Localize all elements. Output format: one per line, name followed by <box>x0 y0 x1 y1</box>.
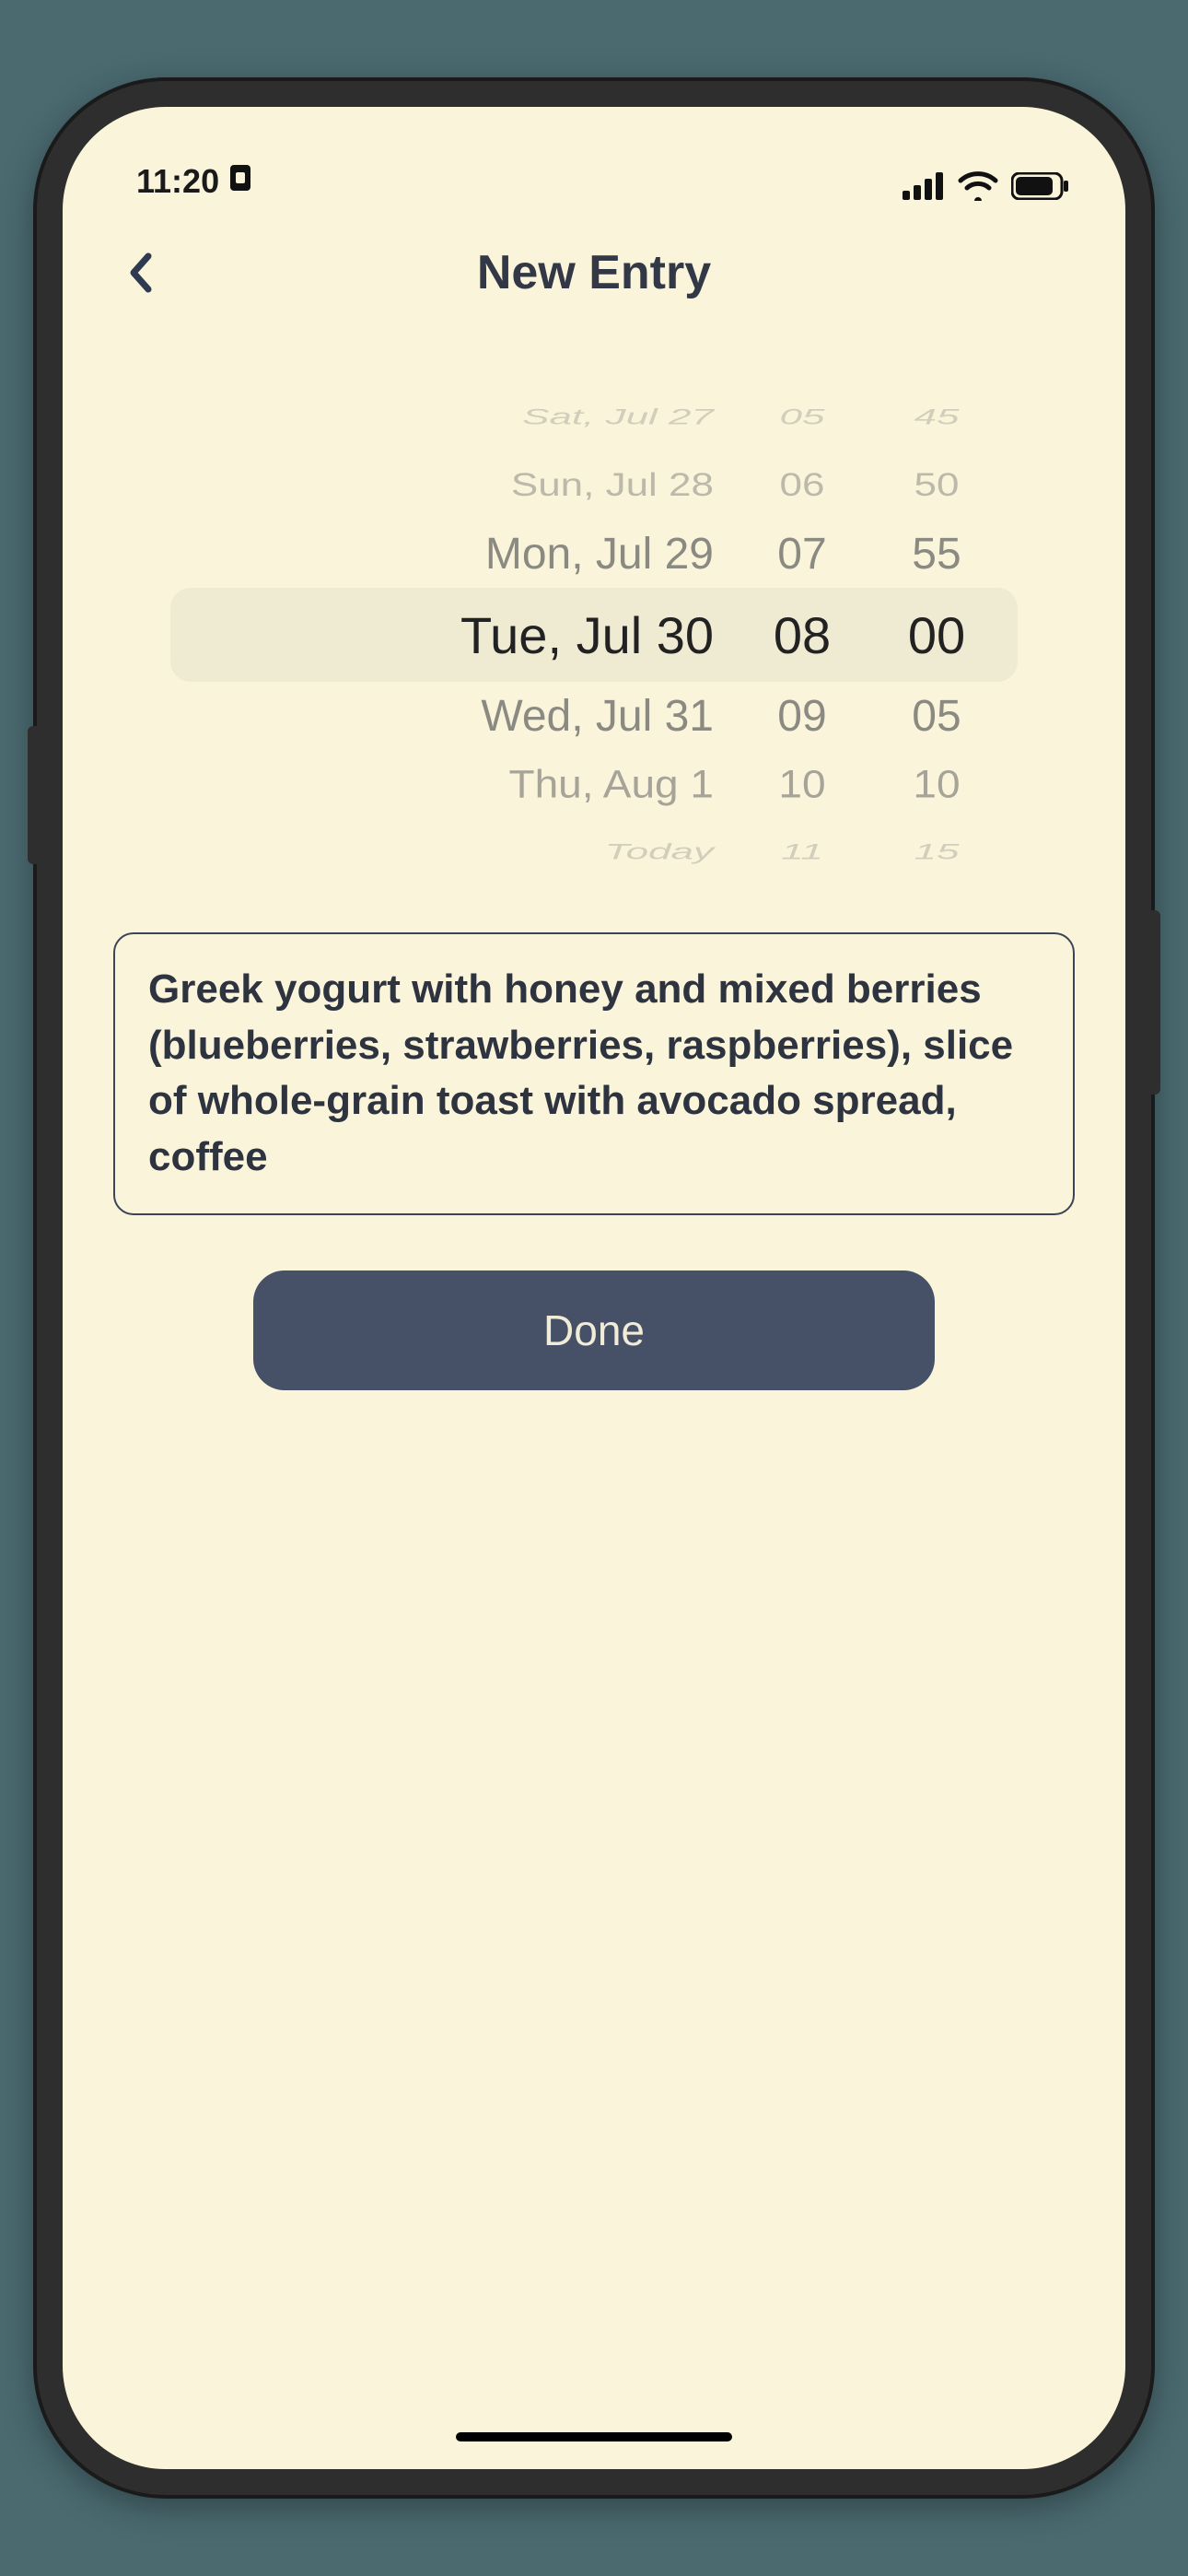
wifi-icon <box>958 171 998 201</box>
status-time: 11:20 <box>136 162 219 201</box>
picker-minute: 45 <box>891 404 983 430</box>
picker-hour: 06 <box>756 467 848 504</box>
picker-minute: 55 <box>891 529 983 580</box>
picker-row[interactable]: Wed, Jul 31 09 05 <box>170 682 1018 750</box>
picker-row[interactable]: Sun, Jul 28 06 50 <box>170 458 1018 512</box>
datetime-picker[interactable]: Sat, Jul 27 05 45 Sun, Jul 28 06 50 Mon,… <box>63 383 1125 886</box>
picker-hour: 09 <box>756 691 848 742</box>
picker-minute: 00 <box>891 605 983 665</box>
device-frame: 11:20 <box>37 81 1151 2495</box>
status-right <box>903 171 1070 201</box>
picker-minute: 15 <box>891 839 983 865</box>
picker-hour: 08 <box>756 605 848 665</box>
picker-hour: 07 <box>756 529 848 580</box>
home-indicator[interactable] <box>456 2432 732 2441</box>
back-button[interactable] <box>113 245 169 300</box>
done-button-label: Done <box>543 1306 645 1355</box>
entry-text: Greek yogurt with honey and mixed berrie… <box>148 966 1013 1179</box>
picker-date: Thu, Aug 1 <box>309 761 714 807</box>
sim-card-icon <box>228 162 252 201</box>
picker-row[interactable]: Today 11 15 <box>170 834 1018 872</box>
picker-row-selected[interactable]: Tue, Jul 30 08 00 <box>170 588 1018 682</box>
cellular-icon <box>903 172 945 200</box>
picker-date: Tue, Jul 30 <box>309 605 714 665</box>
picker-date: Mon, Jul 29 <box>309 529 714 580</box>
picker-date: Sat, Jul 27 <box>309 404 714 430</box>
picker-hour: 05 <box>756 404 848 430</box>
picker-date: Wed, Jul 31 <box>309 691 714 742</box>
picker-minute: 05 <box>891 691 983 742</box>
status-left: 11:20 <box>136 162 252 201</box>
picker-column-group[interactable]: Sat, Jul 27 05 45 Sun, Jul 28 06 50 Mon,… <box>170 383 1018 886</box>
picker-date: Sun, Jul 28 <box>309 467 714 504</box>
picker-row[interactable]: Sat, Jul 27 05 45 <box>170 399 1018 437</box>
screen: 11:20 <box>63 107 1125 2469</box>
picker-minute: 50 <box>891 467 983 504</box>
done-button[interactable]: Done <box>253 1270 935 1390</box>
picker-date: Today <box>309 839 714 865</box>
page-title: New Entry <box>477 245 711 300</box>
picker-row[interactable]: Mon, Jul 29 07 55 <box>170 520 1018 588</box>
status-bar: 11:20 <box>63 107 1125 208</box>
battery-icon <box>1011 172 1070 200</box>
entry-textarea[interactable]: Greek yogurt with honey and mixed berrie… <box>113 932 1075 1215</box>
chevron-left-icon <box>128 252 154 293</box>
picker-minute: 10 <box>891 761 983 807</box>
picker-row[interactable]: Thu, Aug 1 10 10 <box>170 753 1018 815</box>
picker-hour: 10 <box>756 761 848 807</box>
header: New Entry <box>63 208 1125 337</box>
picker-hour: 11 <box>756 839 848 865</box>
